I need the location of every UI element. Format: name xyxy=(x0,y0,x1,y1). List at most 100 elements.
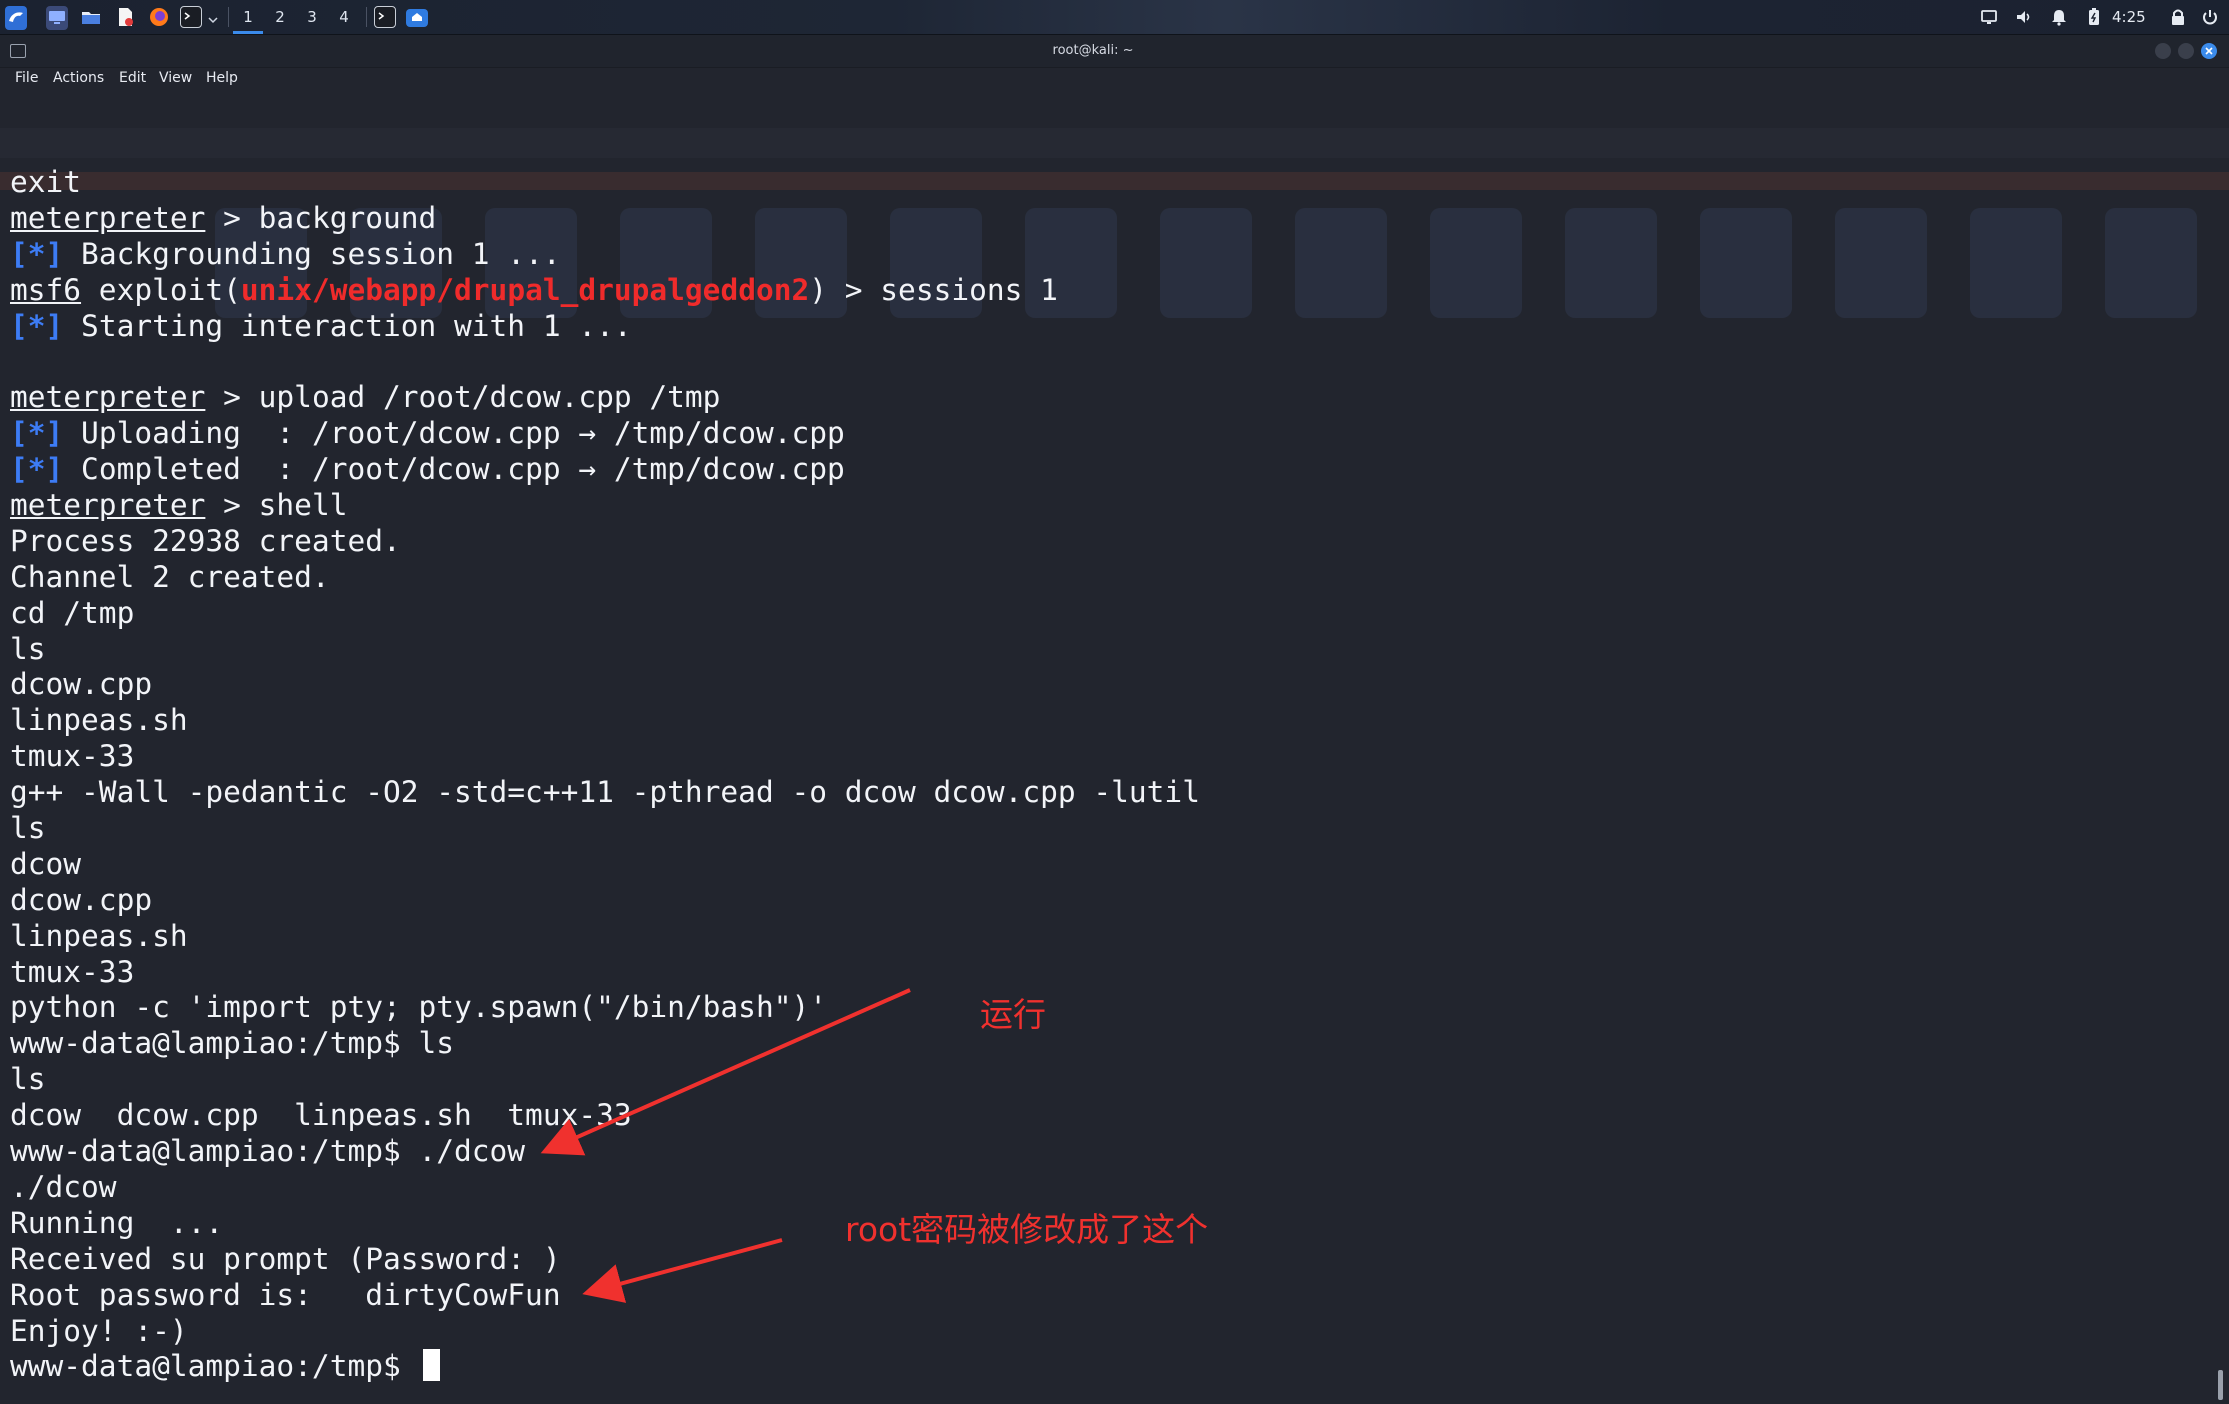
line-text: Completed : /root/dcow.cpp → /tmp/dcow.c… xyxy=(63,452,845,487)
top-panel: 1 2 3 4 4:25 xyxy=(0,0,2229,35)
workspace-3[interactable]: 3 xyxy=(297,0,327,34)
line-text: www-data@lampiao:/tmp$ ./dcow xyxy=(10,1134,526,1169)
chevron-down-icon[interactable] xyxy=(207,11,219,24)
line-text: dcow.cpp xyxy=(10,882,153,917)
menu-bar: File Actions Edit View Help xyxy=(0,68,2229,88)
close-button[interactable] xyxy=(2201,43,2217,59)
terminal-line: ls xyxy=(10,632,1200,668)
home-folder-icon[interactable] xyxy=(406,9,428,27)
terminal-line: tmux-33 xyxy=(10,739,1200,775)
line-text: Enjoy! :-) xyxy=(10,1313,188,1348)
line-text: Root password is: dirtyCowFun xyxy=(10,1277,561,1312)
line-text: exit xyxy=(10,165,82,199)
minimize-button[interactable] xyxy=(2155,43,2171,59)
line-text: Starting interaction with 1 ... xyxy=(63,308,632,343)
terminal-line: exit xyxy=(10,165,1200,201)
terminal-line: meterpreter > background xyxy=(10,201,1200,237)
window-titlebar[interactable]: root@kali: ~ xyxy=(0,35,2229,68)
terminal-line: [*] Backgrounding session 1 ... xyxy=(10,237,1200,273)
terminal-line: dcow.cpp xyxy=(10,667,1200,703)
kali-menu-icon[interactable] xyxy=(5,6,27,30)
terminal-cursor xyxy=(422,1349,440,1382)
line-text: Process 22938 created. xyxy=(10,523,401,558)
terminal-line: [*] Starting interaction with 1 ... xyxy=(10,309,1200,345)
terminal-line: meterpreter > upload /root/dcow.cpp /tmp xyxy=(10,380,1200,416)
menu-file[interactable]: File xyxy=(15,68,38,88)
annotation-root-password-label: root密码被修改成了这个 xyxy=(845,1210,1209,1249)
line-text: python -c 'import pty; pty.spawn("/bin/b… xyxy=(10,990,827,1025)
line-text: linpeas.sh xyxy=(10,918,188,953)
prompt-label: meterpreter xyxy=(10,488,206,523)
terminal-scrollbar-thumb[interactable] xyxy=(2218,1370,2223,1400)
display-icon[interactable] xyxy=(1979,7,1999,27)
line-text: www-data@lampiao:/tmp$ ls xyxy=(10,1026,455,1061)
line-text: dcow dcow.cpp linpeas.sh tmux-33 xyxy=(10,1098,632,1133)
line-text: linpeas.sh xyxy=(10,703,188,738)
menu-actions[interactable]: Actions xyxy=(53,68,104,88)
line-text: ls xyxy=(10,631,46,666)
panel-separator xyxy=(366,7,367,27)
terminal-window-icon[interactable] xyxy=(374,6,396,28)
window-title: root@kali: ~ xyxy=(1052,43,1134,58)
panel-clock[interactable]: 4:25 xyxy=(2112,0,2146,34)
terminal-icon[interactable] xyxy=(180,6,202,28)
menu-help[interactable]: Help xyxy=(206,68,238,88)
terminal-line: cd /tmp xyxy=(10,596,1200,632)
power-icon[interactable] xyxy=(2200,7,2220,27)
maximize-button[interactable] xyxy=(2178,43,2194,59)
workspace-4[interactable]: 4 xyxy=(329,0,359,34)
notification-bell-icon[interactable] xyxy=(2049,7,2069,27)
battery-icon[interactable] xyxy=(2084,7,2104,27)
terminal-scrollbar[interactable] xyxy=(2218,88,2223,1404)
terminal-line: tmux-33 xyxy=(10,955,1200,991)
lock-icon[interactable] xyxy=(2168,7,2188,27)
terminal-line: ./dcow xyxy=(10,1170,1200,1206)
terminal-line: ls xyxy=(10,1062,1200,1098)
terminal-line: [*] Completed : /root/dcow.cpp → /tmp/dc… xyxy=(10,452,1200,488)
file-manager-icon[interactable] xyxy=(80,6,102,30)
line-text: Channel 2 created. xyxy=(10,559,330,594)
menu-view[interactable]: View xyxy=(159,68,192,88)
exploit-module-name: unix/webapp/drupal_drupalgeddon2 xyxy=(240,272,810,307)
terminal-line: Process 22938 created. xyxy=(10,524,1200,560)
line-text: dcow xyxy=(10,846,82,881)
volume-icon[interactable] xyxy=(2014,7,2034,27)
terminal-line: ls xyxy=(10,811,1200,847)
terminal-line: meterpreter > shell xyxy=(10,488,1200,524)
line-text: ls xyxy=(10,1062,46,1097)
workspace-1[interactable]: 1 xyxy=(233,0,263,34)
line-text: Backgrounding session 1 ... xyxy=(63,236,561,271)
line-text: ./dcow xyxy=(10,1169,117,1204)
workspace-2[interactable]: 2 xyxy=(265,0,295,34)
text-editor-icon[interactable] xyxy=(114,6,136,30)
line-text: ls xyxy=(10,811,46,846)
line-text: g++ -Wall -pedantic -O2 -std=c++11 -pthr… xyxy=(10,775,1200,810)
line-text: tmux-33 xyxy=(10,739,135,774)
status-marker: [*] xyxy=(10,308,64,343)
line-text: www-data@lampiao:/tmp$ xyxy=(10,1349,419,1384)
line-text: Received su prompt (Password: ) xyxy=(10,1241,561,1276)
line-text: > background xyxy=(205,200,437,235)
terminal-line: g++ -Wall -pedantic -O2 -std=c++11 -pthr… xyxy=(10,775,1200,811)
line-text: Uploading : /root/dcow.cpp → /tmp/dcow.c… xyxy=(63,416,845,451)
annotation-run-label: 运行 xyxy=(980,995,1046,1034)
terminal-line: Root password is: dirtyCowFun xyxy=(10,1278,1200,1314)
terminal-line: linpeas.sh xyxy=(10,919,1200,955)
terminal-line: dcow.cpp xyxy=(10,883,1200,919)
line-text: exploit( xyxy=(81,272,241,307)
terminal-line: msf6 exploit(unix/webapp/drupal_drupalge… xyxy=(10,273,1200,309)
status-marker: [*] xyxy=(10,416,64,451)
terminal-line: Enjoy! :-) xyxy=(10,1314,1200,1350)
terminal-line: www-data@lampiao:/tmp$ ./dcow xyxy=(10,1134,1200,1170)
line-text: Running ... xyxy=(10,1205,224,1240)
status-marker: [*] xyxy=(10,452,64,487)
desktop-icon[interactable] xyxy=(46,6,68,30)
firefox-icon[interactable] xyxy=(148,6,170,30)
menu-edit[interactable]: Edit xyxy=(119,68,146,88)
prompt-label: meterpreter xyxy=(10,200,206,235)
panel-separator xyxy=(228,7,229,27)
terminal-line: [*] Uploading : /root/dcow.cpp → /tmp/dc… xyxy=(10,416,1200,452)
line-text: dcow.cpp xyxy=(10,667,153,702)
terminal-line: www-data@lampiao:/tmp$ xyxy=(10,1349,1200,1385)
